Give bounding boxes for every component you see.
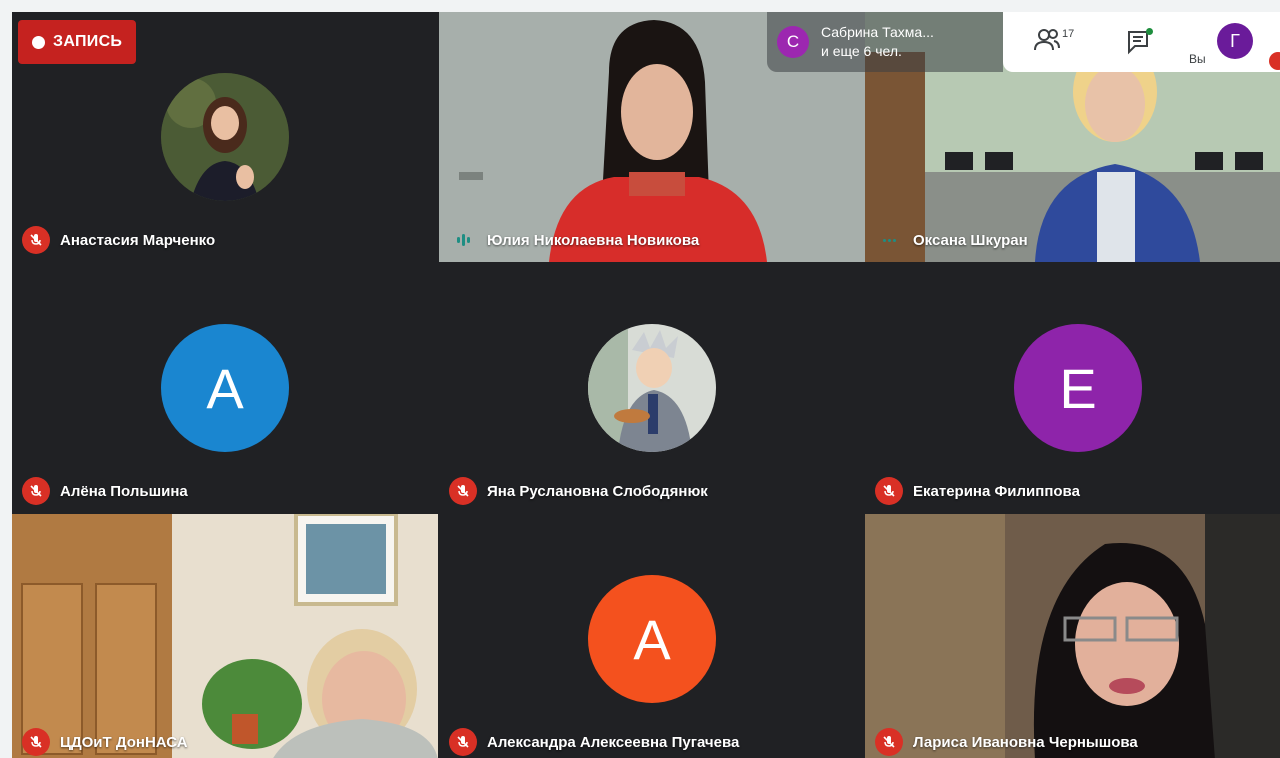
mic-off-icon	[22, 477, 50, 505]
participant-name-bar: Александра Алексеевна Пугачева	[449, 728, 739, 756]
participant-tile[interactable]: А Алёна Польшина	[12, 263, 438, 513]
participant-name-bar: Яна Руслановна Слободянюк	[449, 477, 708, 505]
self-mic-off-icon	[1269, 52, 1280, 70]
participant-name-bar: Лариса Ивановна Чернышова	[875, 728, 1138, 756]
participant-tile[interactable]: ЦДОиТ ДонНАСА	[12, 514, 438, 758]
meeting-grid: Анастасия Марченко Юлия Николаевна Новик…	[12, 12, 1280, 758]
participant-tile[interactable]: Яна Руслановна Слободянюк	[439, 263, 865, 513]
people-count: 17	[1062, 28, 1075, 40]
participant-avatar-photo	[161, 73, 289, 201]
speaking-indicator-icon	[449, 226, 477, 254]
participant-avatar: А	[588, 575, 716, 703]
mic-off-icon	[875, 728, 903, 756]
participant-video	[865, 514, 1280, 758]
participant-name: Анастасия Марченко	[60, 231, 216, 249]
participant-name-bar: Алёна Польшина	[22, 477, 188, 505]
participant-name: Яна Руслановна Слободянюк	[487, 482, 708, 500]
participant-name: ЦДОиТ ДонНАСА	[60, 733, 188, 751]
participant-name-bar: Оксана Шкуран	[875, 226, 1028, 254]
participant-name-bar: Анастасия Марченко	[22, 226, 215, 254]
participant-name: Юлия Николаевна Новикова	[487, 231, 700, 249]
mic-off-icon	[22, 226, 50, 254]
mic-off-icon	[449, 477, 477, 505]
participant-tile[interactable]: Е Екатерина Филиппова	[865, 263, 1280, 513]
participant-avatar: А	[161, 324, 289, 452]
recording-label: ЗАПИСЬ	[53, 33, 123, 50]
participant-name-bar: Юлия Николаевна Новикова	[449, 226, 699, 254]
people-button[interactable]: 17	[1033, 26, 1077, 58]
recording-badge[interactable]: ЗАПИСЬ	[18, 20, 137, 64]
participant-name: Александра Алексеевна Пугачева	[487, 733, 740, 751]
participant-name: Екатерина Филиппова	[913, 482, 1080, 500]
participant-avatar-photo	[588, 324, 716, 452]
participant-name-bar: Екатерина Филиппова	[875, 477, 1080, 505]
participant-name: Алёна Польшина	[60, 482, 188, 500]
participant-name: Оксана Шкуран	[913, 231, 1028, 249]
people-icon	[1034, 29, 1060, 51]
participant-tile[interactable]: Лариса Ивановна Чернышова	[865, 514, 1280, 758]
top-right-toolbar: 17 Вы Г	[1003, 12, 1280, 72]
chat-button[interactable]	[1123, 26, 1155, 58]
participant-name: Лариса Ивановна Чернышова	[913, 733, 1138, 751]
you-label: Вы	[1189, 52, 1206, 66]
record-dot-icon	[32, 35, 45, 49]
mic-off-icon	[875, 477, 903, 505]
mic-off-icon	[22, 728, 50, 756]
participant-avatar: Е	[1014, 324, 1142, 452]
more-options-icon[interactable]	[875, 226, 903, 254]
presenting-participants-chip[interactable]: С Сабрина Тахма... и еще 6 чел.	[767, 12, 1003, 72]
chat-notification-dot	[1146, 28, 1153, 35]
mic-off-icon	[449, 728, 477, 756]
participant-video	[12, 514, 438, 758]
participant-tile[interactable]: А Александра Алексеевна Пугачева	[439, 514, 865, 758]
presenter-more-count: и еще 6 чел.	[821, 43, 902, 59]
participant-name-bar: ЦДОиТ ДонНАСА	[22, 728, 188, 756]
presenter-name: Сабрина Тахма...	[821, 24, 934, 40]
presenter-avatar: С	[777, 26, 809, 58]
self-avatar[interactable]: Г	[1217, 23, 1253, 59]
